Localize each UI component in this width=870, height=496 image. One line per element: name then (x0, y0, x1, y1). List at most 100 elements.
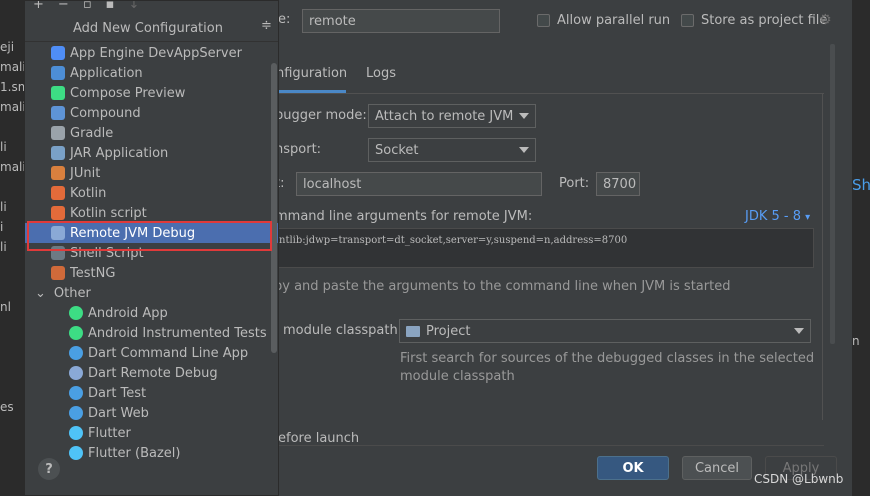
allow-parallel-label: Allow parallel run (557, 13, 671, 28)
compose-icon (51, 86, 65, 100)
strip-text: Shi (852, 176, 870, 194)
config-type-item[interactable]: JUnit (25, 163, 278, 183)
strip-text: i (0, 220, 4, 234)
config-type-item[interactable]: Android Instrumented Tests (25, 323, 278, 343)
dialog-scrollbar[interactable] (830, 44, 835, 344)
debugger-mode-label: bugger mode: (275, 108, 367, 123)
sort-icon[interactable]: ↓ (128, 1, 139, 13)
popup-title: Add New Configuration (73, 21, 223, 36)
config-panel: bugger mode: Attach to remote JVM nsport… (274, 94, 823, 420)
config-type-item[interactable]: Compound (25, 103, 278, 123)
chevron-down-icon: ⌄ (35, 285, 46, 301)
run-configuration-dialog: e: remote Allow parallel run Store as pr… (274, 0, 852, 496)
module-hint-line-1: First search for sources of the debugged… (400, 351, 815, 366)
chevron-down-icon (519, 113, 529, 119)
config-type-item[interactable]: Flutter (Bazel) (25, 443, 278, 463)
transport-select[interactable]: Socket (368, 138, 536, 162)
popup-scrollbar[interactable] (271, 63, 277, 353)
strip-text: eji (0, 40, 15, 54)
store-project-label: Store as project file (701, 13, 828, 28)
transport-value: Socket (375, 142, 419, 158)
jdk-version-link[interactable]: JDK 5 - 8 ▾ (745, 209, 810, 224)
config-type-item[interactable]: Gradle (25, 123, 278, 143)
ok-button[interactable]: OK (597, 456, 669, 480)
remove-icon[interactable]: − (58, 1, 69, 13)
config-type-label: Compose Preview (70, 85, 186, 101)
config-type-item[interactable]: Kotlin (25, 183, 278, 203)
config-type-item[interactable]: Dart Remote Debug (25, 363, 278, 383)
gear-icon[interactable]: ⚙ (819, 12, 832, 28)
add-icon[interactable]: + (33, 1, 44, 13)
port-input[interactable]: 8700 (596, 172, 640, 196)
kotlin-script-icon (51, 206, 65, 220)
application-icon (51, 66, 65, 80)
debugger-mode-value: Attach to remote JVM (375, 108, 514, 124)
chevron-down-icon: ▾ (805, 212, 811, 223)
host-input[interactable]: localhost (296, 172, 542, 196)
popup-header: Add New Configuration ≑ (25, 15, 278, 42)
help-button[interactable]: ? (38, 458, 60, 480)
dart-test-icon (69, 386, 83, 400)
jdk-version-label: JDK 5 - 8 (745, 209, 801, 224)
config-type-item[interactable]: TestNG (25, 263, 278, 283)
config-type-label: Android Instrumented Tests (88, 325, 267, 341)
config-type-label: TestNG (70, 265, 116, 281)
tab-logs[interactable]: Logs (366, 66, 396, 81)
cmdline-args-field[interactable]: ntlib:jdwp=transport=dt_socket,server=y,… (278, 228, 814, 268)
config-type-item[interactable]: Compose Preview (25, 83, 278, 103)
port-label: Port: (559, 176, 590, 191)
background-right-strip: Shi n (852, 0, 870, 496)
popup-toolbar: + − ▫ ▪ ↓ (25, 1, 278, 13)
highlight-box (27, 221, 272, 251)
flutter-icon (69, 446, 83, 460)
strip-text: mali (0, 100, 26, 114)
group-other-label: Other (53, 285, 91, 301)
collapse-icon[interactable]: ≑ (261, 18, 272, 33)
background-editor-strip: eji mali 1.sm mali li mali li i li nl es (0, 0, 26, 496)
config-type-item[interactable]: App Engine DevAppServer (25, 43, 278, 63)
android-icon (69, 306, 83, 320)
cancel-button[interactable]: Cancel (682, 456, 752, 480)
debugger-mode-select[interactable]: Attach to remote JVM (368, 104, 536, 128)
config-type-label: JAR Application (70, 145, 169, 161)
tab-configuration[interactable]: nfiguration (276, 66, 347, 81)
group-other[interactable]: ⌄ Other (25, 283, 278, 303)
strip-text: li (0, 140, 7, 154)
module-classpath-value: Project (426, 323, 471, 339)
folder-icon (406, 325, 420, 337)
strip-text: n (852, 334, 860, 348)
chevron-down-icon (519, 147, 529, 153)
config-type-item[interactable]: Dart Command Line App (25, 343, 278, 363)
strip-text: li (0, 200, 7, 214)
config-type-item[interactable]: Android App (25, 303, 278, 323)
compound-icon (51, 106, 65, 120)
copy-icon[interactable]: ▫ (83, 1, 92, 13)
strip-text: mali (0, 60, 26, 74)
name-label: e: (278, 12, 291, 27)
config-type-item[interactable]: Dart Web (25, 403, 278, 423)
config-type-item[interactable]: Kotlin script (25, 203, 278, 223)
strip-text: mali (0, 160, 26, 174)
before-launch-section[interactable]: efore launch (278, 431, 359, 446)
strip-text: li (0, 240, 7, 254)
dart-icon (69, 346, 83, 360)
config-type-item[interactable]: Flutter (25, 423, 278, 443)
strip-text: 1.sm (0, 80, 26, 94)
config-type-label: Dart Command Line App (88, 345, 249, 361)
config-type-item[interactable]: Application (25, 63, 278, 83)
config-type-item[interactable]: Dart Test (25, 383, 278, 403)
config-type-label: Android App (88, 305, 168, 321)
module-classpath-label: module classpath: (283, 323, 403, 338)
name-input[interactable]: remote (302, 9, 500, 33)
allow-parallel-checkbox[interactable] (537, 14, 550, 27)
store-project-checkbox[interactable] (681, 14, 694, 27)
config-type-label: App Engine DevAppServer (70, 45, 242, 61)
config-type-item[interactable]: JAR Application (25, 143, 278, 163)
module-classpath-select[interactable]: Project (399, 319, 811, 343)
save-icon[interactable]: ▪ (106, 1, 115, 13)
config-type-label: Kotlin (70, 185, 107, 201)
footer-divider (278, 445, 824, 446)
junit-icon (51, 166, 65, 180)
dart-remote-icon (69, 366, 83, 380)
flutter-icon (69, 426, 83, 440)
